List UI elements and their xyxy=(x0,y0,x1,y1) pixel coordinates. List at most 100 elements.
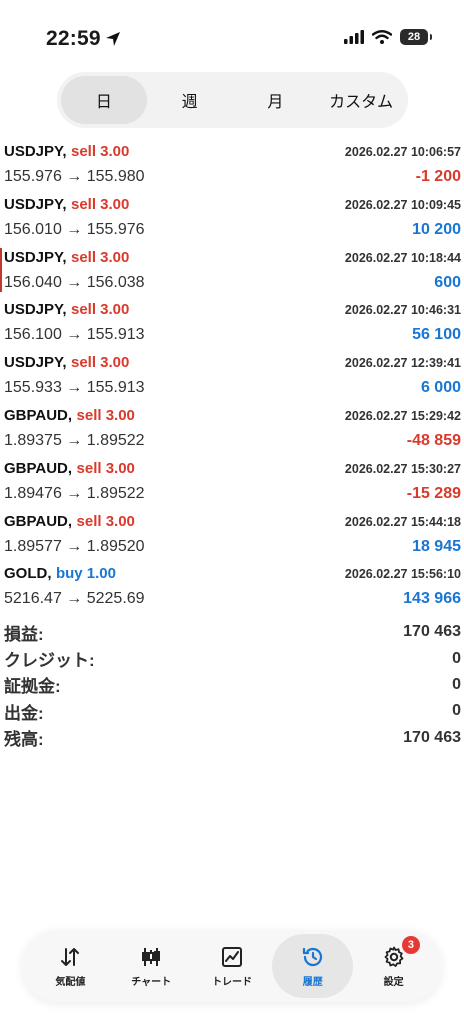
deal-prices: 156.100 → 155.913 xyxy=(4,326,145,344)
location-arrow-icon xyxy=(105,32,120,46)
deal-profit: 18 945 xyxy=(412,537,461,555)
deal-profit: -1 200 xyxy=(415,168,461,185)
deal-symbol: USDJPY, xyxy=(4,354,67,372)
account-summary: 損益: 170 463 クレジット: 0 証拠金: 0 出金: 0 残高: 170 463 xyxy=(4,619,461,751)
nav-label: トレード xyxy=(211,976,252,988)
summary-balance: 残高: 170 463 xyxy=(4,725,461,751)
summary-deposit: 証拠金: 0 xyxy=(4,672,461,698)
period-tabs: 日 週 月 カスタム xyxy=(57,72,408,128)
deal-profit: 143 966 xyxy=(403,590,461,608)
summary-value: 0 xyxy=(452,702,461,720)
deal-side: sell 3.00 xyxy=(70,195,130,213)
trade-chart-icon xyxy=(221,946,242,967)
nav-quotes[interactable]: 気配値 xyxy=(30,934,111,998)
deal-time: 2026.02.27 15:56:10 xyxy=(344,567,461,582)
bottom-nav: 気配値 チャート トレード 履歴 設定 3 xyxy=(22,930,442,1002)
deal-symbol: GBPAUD, xyxy=(4,459,73,477)
battery-level: 28 xyxy=(407,31,421,43)
nav-settings[interactable]: 設定 3 xyxy=(353,934,434,998)
deal-symbol: USDJPY, xyxy=(4,248,67,266)
deal-row[interactable]: USDJPY, sell 3.00 2026.02.27 10:09:45 156… xyxy=(0,191,464,244)
tab-week[interactable]: 週 xyxy=(147,76,233,124)
tab-day[interactable]: 日 xyxy=(61,76,147,124)
candlestick-icon xyxy=(142,947,161,966)
deal-row[interactable]: GBPAUD, sell 3.00 2026.02.27 15:30:27 1.8… xyxy=(0,455,464,508)
status-bar: 22:59 28 xyxy=(0,0,464,70)
tab-month[interactable]: 月 xyxy=(233,76,319,124)
deal-symbol: USDJPY, xyxy=(4,301,67,319)
deal-prices: 156.010 → 155.976 xyxy=(4,220,145,238)
deal-time: 2026.02.27 10:06:57 xyxy=(344,145,461,159)
deal-row[interactable]: USDJPY, sell 3.00 2026.02.27 10:46:31 156… xyxy=(0,296,464,349)
deal-prices: 1.89577 → 1.89520 xyxy=(4,537,145,555)
deal-side: sell 3.00 xyxy=(70,354,130,372)
deal-symbol: USDJPY, xyxy=(4,143,67,160)
battery-icon: 28 xyxy=(400,29,432,45)
nav-trade[interactable]: トレード xyxy=(192,934,273,998)
history-icon xyxy=(302,947,322,966)
deal-prices: 155.933 → 155.913 xyxy=(4,379,145,397)
deal-side: sell 3.00 xyxy=(70,143,130,160)
nav-chart[interactable]: チャート xyxy=(111,934,192,998)
wifi-icon xyxy=(372,30,392,44)
deal-profit: 600 xyxy=(434,273,461,291)
deal-symbol: GOLD, xyxy=(4,565,52,583)
tab-custom[interactable]: カスタム xyxy=(318,76,404,124)
deal-prices: 1.89375 → 1.89522 xyxy=(4,431,145,449)
deals-list: USDJPY, sell 3.00 2026.02.27 10:06:57 155… xyxy=(0,138,464,613)
nav-history[interactable]: 履歴 xyxy=(272,934,354,998)
clock: 22:59 xyxy=(46,27,121,51)
deal-row[interactable]: USDJPY, sell 3.00 2026.02.27 12:39:41 155… xyxy=(0,349,464,402)
nav-label: 気配値 xyxy=(55,976,86,988)
deal-time: 2026.02.27 12:39:41 xyxy=(344,356,461,371)
summary-label: 証拠金: xyxy=(4,677,61,697)
deal-time: 2026.02.27 15:44:18 xyxy=(344,514,461,529)
summary-credit: クレジット: 0 xyxy=(4,645,461,671)
cellular-signal-icon xyxy=(344,30,364,44)
nav-label: 設定 xyxy=(383,976,404,988)
deal-side: sell 3.00 xyxy=(70,248,130,266)
deal-prices: 1.89476 → 1.89522 xyxy=(4,484,145,502)
summary-label: 残高: xyxy=(4,730,44,750)
deal-row[interactable]: GBPAUD, sell 3.00 2026.02.27 15:44:18 1.8… xyxy=(0,508,464,561)
status-icons: 28 xyxy=(344,29,432,45)
deal-side: sell 3.00 xyxy=(76,459,135,477)
summary-value: 170 463 xyxy=(403,623,461,641)
deal-row[interactable]: USDJPY, sell 3.00 2026.02.27 10:18:44 156… xyxy=(0,244,464,297)
summary-label: クレジット: xyxy=(4,651,95,671)
summary-label: 損益: xyxy=(4,624,44,644)
summary-value: 170 463 xyxy=(403,728,461,746)
deal-profit: 10 200 xyxy=(412,220,461,238)
clock-time: 22:59 xyxy=(46,27,101,50)
deal-prices: 155.976 → 155.980 xyxy=(4,168,145,185)
deal-profit: 56 100 xyxy=(412,326,461,344)
deal-side: sell 3.00 xyxy=(70,301,130,319)
deal-symbol: GBPAUD, xyxy=(4,512,73,530)
deal-side: buy 1.00 xyxy=(55,565,116,583)
summary-withdrawal: 出金: 0 xyxy=(4,698,461,724)
deal-prices: 5216.47 → 5225.69 xyxy=(4,590,145,608)
deal-profit: -15 289 xyxy=(406,484,461,502)
deal-side: sell 3.00 xyxy=(76,512,135,530)
deal-side: sell 3.00 xyxy=(76,406,135,424)
nav-label: チャート xyxy=(131,976,172,988)
deal-time: 2026.02.27 15:29:42 xyxy=(344,408,461,423)
deal-time: 2026.02.27 10:18:44 xyxy=(344,250,461,265)
deal-time: 2026.02.27 15:30:27 xyxy=(344,461,461,476)
summary-value: 0 xyxy=(452,675,461,693)
summary-profit: 損益: 170 463 xyxy=(4,619,461,645)
deal-profit: -48 859 xyxy=(406,431,461,449)
notification-badge: 3 xyxy=(401,936,420,954)
deal-prices: 156.040 → 156.038 xyxy=(4,273,145,291)
deal-row[interactable]: USDJPY, sell 3.00 2026.02.27 10:06:57 155… xyxy=(0,138,464,191)
nav-label: 履歴 xyxy=(302,976,323,988)
deal-time: 2026.02.27 10:09:45 xyxy=(344,197,461,212)
deal-time: 2026.02.27 10:46:31 xyxy=(344,303,461,318)
summary-value: 0 xyxy=(452,649,461,667)
deal-symbol: GBPAUD, xyxy=(4,406,73,424)
deal-row[interactable]: GOLD, buy 1.00 2026.02.27 15:56:10 5216.4… xyxy=(0,560,464,613)
deal-row[interactable]: GBPAUD, sell 3.00 2026.02.27 15:29:42 1.8… xyxy=(0,402,464,455)
deal-symbol: USDJPY, xyxy=(4,195,67,213)
deal-profit: 6 000 xyxy=(420,379,461,397)
summary-label: 出金: xyxy=(4,703,44,723)
